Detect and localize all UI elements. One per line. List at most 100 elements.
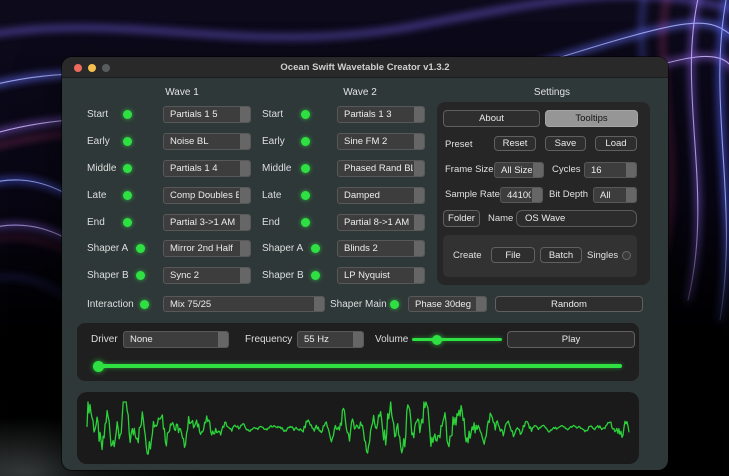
shaper-main-dropdown[interactable]: Phase 30deg [408,296,487,312]
wave2-row-label: Shaper B [262,270,304,281]
wave2-late-dropdown[interactable]: Damped [337,187,425,204]
status-dot [301,218,310,227]
dropdown-thumb [414,107,424,122]
dropdown-value: Blinds 2 [344,243,378,254]
title-bar[interactable]: Ocean Swift Wavetable Creator v1.3.2 [62,57,668,78]
batch-button[interactable]: Batch [540,247,582,263]
create-subpanel: Create File Batch Singles [443,235,637,277]
frequency-label: Frequency [245,334,293,345]
file-button[interactable]: File [491,247,535,263]
position-slider-track[interactable] [95,364,622,368]
dropdown-value: All Sizes [501,164,532,176]
status-dot [136,244,145,253]
save-button[interactable]: Save [545,136,586,151]
wave1-row-label: Start [87,109,109,120]
status-dot [123,110,132,119]
dropdown-value: Phased Rand BL [344,163,413,174]
dropdown-thumb [240,161,250,176]
wave2-row-label: Start [262,109,284,120]
dropdown-value: Partials 1 5 [170,109,218,120]
dropdown-thumb [353,332,363,347]
frequency-dropdown[interactable]: 55 Hz [297,331,364,348]
status-dot [123,137,132,146]
dropdown-value: 16 [591,164,602,176]
dropdown-value: Sync 2 [170,270,200,281]
shaper-main-label: Shaper Main [330,299,387,310]
driver-dropdown[interactable]: None [123,331,229,348]
wave2-early-dropdown[interactable]: Sine FM 2 [337,133,425,150]
app-window: Ocean Swift Wavetable Creator v1.3.2 Wav… [62,57,668,470]
wave1-shaper-a-dropdown[interactable]: Mirror 2nd Half [163,240,251,257]
wave2-row-label: Middle [262,163,292,174]
dropdown-thumb [414,134,424,149]
cycles-dropdown[interactable]: 16 [584,162,637,178]
singles-label: Singles [587,250,619,261]
wave1-end-dropdown[interactable]: Partial 3->1 AM [163,214,251,231]
dropdown-value: Mix 75/25 [170,298,212,310]
position-slider-knob[interactable] [93,360,104,372]
dropdown-thumb [414,241,424,256]
load-button[interactable]: Load [595,136,637,151]
wave1-row-label: Shaper A [87,243,129,254]
dropdown-value: Partial 3->1 AM [170,217,236,228]
settings-header: Settings [533,87,571,98]
status-dot [301,137,310,146]
wave1-start-dropdown[interactable]: Partials 1 5 [163,106,251,123]
create-label: Create [453,250,482,261]
dropdown-thumb [240,134,250,149]
volume-slider-track[interactable] [412,338,502,341]
dropdown-thumb [626,163,636,177]
wave1-row-label: End [87,217,105,228]
wave1-early-dropdown[interactable]: Noise BL [163,133,251,150]
wave2-shaper-b-dropdown[interactable]: LP Nyquist [337,267,425,284]
volume-slider-knob[interactable] [432,334,442,345]
dropdown-value: None [130,334,153,345]
wave2-middle-dropdown[interactable]: Phased Rand BL [337,160,425,177]
wave2-end-dropdown[interactable]: Partial 8->1 AM [337,214,425,231]
wave2-header: Wave 2 [343,87,377,98]
driver-label: Driver [91,334,118,345]
wave1-middle-dropdown[interactable]: Partials 1 4 [163,160,251,177]
status-dot [140,300,149,309]
wave2-row-label: Late [262,190,282,201]
bit-depth-dropdown[interactable]: All [593,187,637,203]
status-dot [123,191,132,200]
wave1-row-label: Early [87,136,110,147]
settings-panel: About Tooltips Preset Reset Save Load Fr… [437,102,650,285]
dropdown-value: Mirror 2nd Half [170,243,233,254]
dropdown-value: Partial 8->1 AM [344,217,410,228]
sample-rate-dropdown[interactable]: 44100 [500,187,543,203]
dropdown-thumb [476,297,486,311]
dropdown-value: Damped [344,190,380,201]
waveform-display [77,392,639,464]
dropdown-thumb [532,188,542,202]
wave1-shaper-b-dropdown[interactable]: Sync 2 [163,267,251,284]
status-dot [123,164,132,173]
dropdown-value: Partials 1 3 [344,109,392,120]
dropdown-value: 55 Hz [304,334,329,345]
about-button[interactable]: About [443,110,540,127]
dropdown-value: Noise BL [170,136,209,147]
frame-size-dropdown[interactable]: All Sizes [494,162,544,178]
dropdown-thumb [414,188,424,203]
status-dot [136,271,145,280]
tooltips-button[interactable]: Tooltips [545,110,638,127]
reset-button[interactable]: Reset [494,136,536,151]
wave1-row-label: Middle [87,163,117,174]
status-dot [301,110,310,119]
folder-button[interactable]: Folder [443,210,480,227]
play-button[interactable]: Play [507,331,635,348]
name-field[interactable]: OS Wave [516,210,637,227]
status-dot [301,164,310,173]
wave2-row-label: Shaper A [262,243,304,254]
dropdown-thumb [240,268,250,283]
singles-radio[interactable] [622,251,631,260]
random-button[interactable]: Random [495,296,643,312]
wave2-shaper-a-dropdown[interactable]: Blinds 2 [337,240,425,257]
wave1-late-dropdown[interactable]: Comp Doubles BL [163,187,251,204]
interaction-dropdown[interactable]: Mix 75/25 [163,296,325,312]
dropdown-thumb [414,161,424,176]
preset-label: Preset [445,139,473,150]
wave2-start-dropdown[interactable]: Partials 1 3 [337,106,425,123]
status-dot [301,191,310,200]
